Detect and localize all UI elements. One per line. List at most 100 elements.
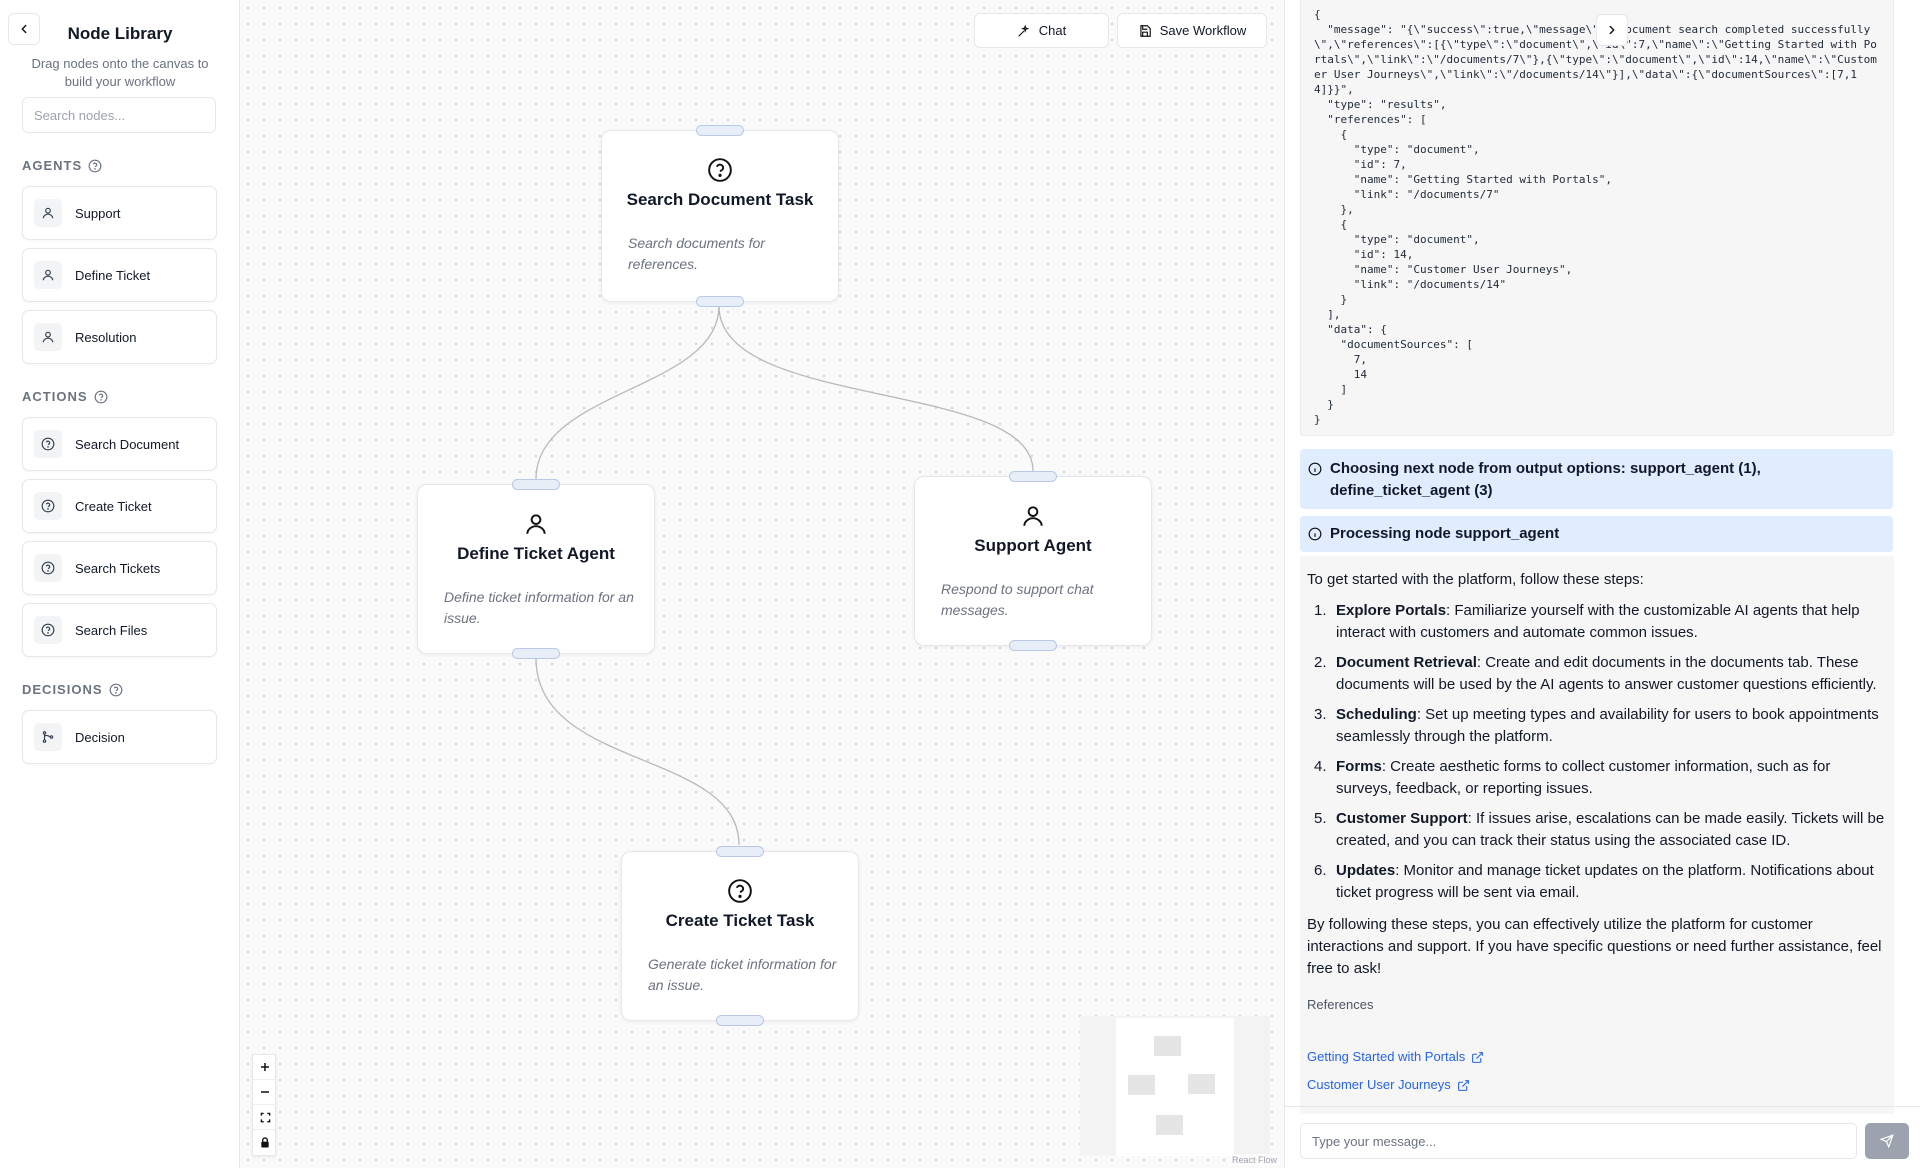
reference-link[interactable]: Getting Started with Portals (1307, 1046, 1886, 1068)
user-icon (34, 199, 62, 227)
list-item: 6. Updates: Monitor and manage ticket upd… (1314, 862, 1874, 901)
node-item-label: Define Ticket (75, 267, 151, 283)
node-title: Support Agent (974, 536, 1092, 555)
fit-view-icon (260, 1112, 270, 1122)
edge-search-to-define[interactable] (535, 305, 720, 480)
node-search-document-task[interactable]: Search Document Task Search documents fo… (601, 125, 839, 307)
edge-search-to-support[interactable] (718, 305, 1034, 472)
target-handle[interactable] (716, 846, 764, 857)
user-icon (34, 261, 62, 289)
sidebar-title: Node Library (67, 24, 173, 43)
list-item: 1. Explore Portals: Familiarize yourself … (1314, 602, 1860, 641)
sidebar-subtitle: Drag nodes onto the canvas to build your… (31, 56, 209, 89)
minimap-node (1156, 1115, 1183, 1135)
target-handle[interactable] (696, 125, 744, 136)
list-item: 5. Customer Support: If issues arise, esc… (1314, 810, 1885, 849)
help-icon[interactable] (94, 390, 108, 404)
branch-icon (34, 723, 62, 751)
node-library-sidebar: Node Library Drag nodes onto the canvas … (0, 0, 240, 1168)
node-item-search-tickets[interactable]: Search Tickets (22, 541, 217, 595)
chevron-left-icon (21, 24, 27, 34)
info-icon (1308, 527, 1322, 541)
node-define-ticket-agent[interactable]: Define Ticket Agent Define ticket inform… (417, 479, 655, 659)
collapse-sidebar-button[interactable] (8, 13, 40, 45)
edge-define-to-create[interactable] (535, 657, 740, 846)
collapse-chat-button[interactable] (1596, 14, 1628, 46)
node-support-agent[interactable]: Support Agent Respond to support chat me… (914, 471, 1152, 651)
chat-message-input[interactable] (1300, 1123, 1857, 1159)
node-title: Define Ticket Agent (457, 544, 615, 563)
node-description: Generate ticket information for an issue… (648, 956, 837, 993)
help-circle-icon (708, 158, 732, 182)
target-handle[interactable] (1009, 471, 1057, 482)
node-item-label: Search Document (75, 436, 180, 452)
node-item-label: Search Files (75, 622, 148, 638)
message-intro: To get started with the platform, follow… (1307, 571, 1644, 588)
node-item-label: Search Tickets (75, 560, 161, 576)
steps-list: 1. Explore Portals: Familiarize yourself … (1307, 600, 1886, 904)
reference-link[interactable]: Customer User Journeys (1307, 1074, 1886, 1096)
node-title: Search Document Task (626, 190, 814, 209)
lock-icon (261, 1137, 269, 1148)
node-item-label: Decision (75, 729, 125, 745)
message-outro: By following these steps, you can effect… (1307, 916, 1882, 977)
external-link-icon (1472, 1051, 1484, 1063)
node-description: Search documents for references. (628, 235, 765, 272)
node-title: Create Ticket Task (665, 911, 815, 930)
node-item-define-ticket[interactable]: Define Ticket (22, 248, 217, 302)
tool-output-code-block: { "message": "{\"success\":true,\"messag… (1300, 0, 1894, 436)
minimap-node (1154, 1036, 1181, 1056)
section-title-decisions: DECISIONS (22, 682, 123, 697)
zoom-in-button[interactable] (253, 1055, 277, 1080)
status-text: Choosing next node from output options: … (1330, 460, 1761, 499)
status-text: Processing node support_agent (1330, 525, 1560, 542)
tool-output-json: { "message": "{\"success\":true,\"messag… (1314, 8, 1877, 426)
node-item-create-ticket[interactable]: Create Ticket (22, 479, 217, 533)
node-item-support[interactable]: Support (22, 186, 217, 240)
react-flow-attribution[interactable]: React Flow (1228, 1154, 1280, 1166)
status-choosing-next-node: Choosing next node from output options: … (1300, 449, 1893, 509)
external-link-icon (1457, 1079, 1469, 1091)
plus-icon (261, 1063, 269, 1071)
minus-icon (261, 1091, 269, 1093)
send-button[interactable] (1865, 1123, 1909, 1159)
node-description: Respond to support chat messages. (941, 581, 1094, 618)
minimap-node (1188, 1074, 1215, 1094)
zoom-out-button[interactable] (253, 1080, 277, 1105)
node-item-decision[interactable]: Decision (22, 710, 217, 764)
list-item: 2. Document Retrieval: Create and edit do… (1314, 654, 1877, 693)
info-icon (1308, 462, 1322, 476)
send-icon (1880, 1134, 1894, 1148)
help-icon[interactable] (109, 683, 123, 697)
canvas-controls (252, 1054, 277, 1156)
node-item-label: Resolution (75, 329, 137, 345)
references-label: References (1307, 997, 1374, 1012)
source-handle[interactable] (716, 1015, 764, 1026)
workflow-canvas[interactable]: Chat Save Workflow Search Document Task … (240, 0, 1284, 1168)
node-item-label: Support (75, 205, 121, 221)
lock-button[interactable] (253, 1130, 277, 1155)
fit-view-button[interactable] (253, 1105, 277, 1130)
target-handle[interactable] (512, 479, 560, 490)
help-circle-icon (34, 554, 62, 582)
node-create-ticket-task[interactable]: Create Ticket Task Generate ticket infor… (621, 846, 859, 1026)
list-item: 4. Forms: Create aesthetic forms to colle… (1314, 758, 1831, 797)
help-circle-icon (728, 879, 752, 903)
help-circle-icon (34, 616, 62, 644)
source-handle[interactable] (512, 648, 560, 659)
chat-input-bar (1285, 1106, 1920, 1168)
search-nodes-input[interactable] (22, 97, 216, 133)
user-icon (1023, 506, 1043, 526)
node-item-search-files[interactable]: Search Files (22, 603, 217, 657)
node-item-resolution[interactable]: Resolution (22, 310, 217, 364)
status-processing-node: Processing node support_agent (1300, 516, 1893, 552)
node-item-search-document[interactable]: Search Document (22, 417, 217, 471)
help-circle-icon (34, 430, 62, 458)
source-handle[interactable] (1009, 640, 1057, 651)
section-title-agents: AGENTS (22, 158, 102, 173)
assistant-message: To get started with the platform, follow… (1300, 556, 1894, 1114)
user-icon (526, 514, 546, 534)
help-icon[interactable] (88, 159, 102, 173)
minimap[interactable] (1080, 1016, 1270, 1156)
source-handle[interactable] (696, 296, 744, 307)
